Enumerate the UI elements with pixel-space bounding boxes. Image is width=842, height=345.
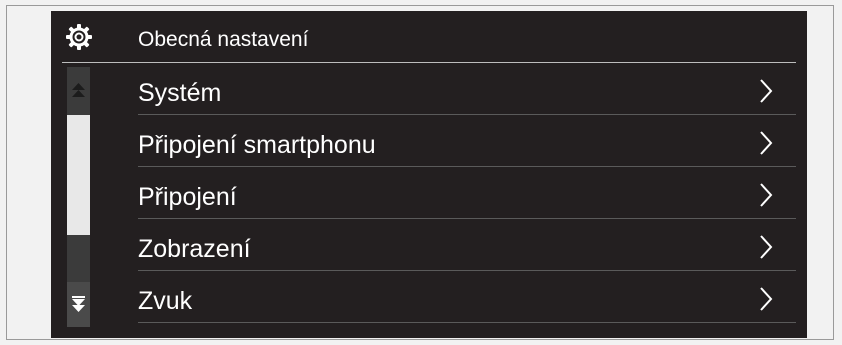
menu-divider xyxy=(138,322,796,323)
menu-item-label: Zobrazení xyxy=(138,235,251,263)
settings-screen: Obecná nastavení Systém Připojení smartp… xyxy=(51,11,807,338)
chevron-right-icon xyxy=(760,235,773,259)
menu-item-display[interactable]: Zobrazení xyxy=(51,219,807,271)
menu-item-connection[interactable]: Připojení xyxy=(51,167,807,219)
menu-item-smartphone-connection[interactable]: Připojení smartphonu xyxy=(51,115,807,167)
chevron-right-icon xyxy=(760,287,773,311)
menu-item-label: Systém xyxy=(138,79,222,107)
menu-item-system[interactable]: Systém xyxy=(51,63,807,115)
chevron-right-icon xyxy=(760,183,773,207)
menu-item-label: Připojení xyxy=(138,183,237,211)
gear-icon xyxy=(66,24,92,50)
chevron-right-icon xyxy=(760,79,773,103)
menu-item-label: Zvuk xyxy=(138,287,193,315)
chevron-right-icon xyxy=(760,131,773,155)
page-title: Obecná nastavení xyxy=(138,28,309,51)
header: Obecná nastavení xyxy=(51,11,807,63)
menu-item-label: Připojení smartphonu xyxy=(138,131,376,159)
menu-item-sound[interactable]: Zvuk xyxy=(51,271,807,323)
